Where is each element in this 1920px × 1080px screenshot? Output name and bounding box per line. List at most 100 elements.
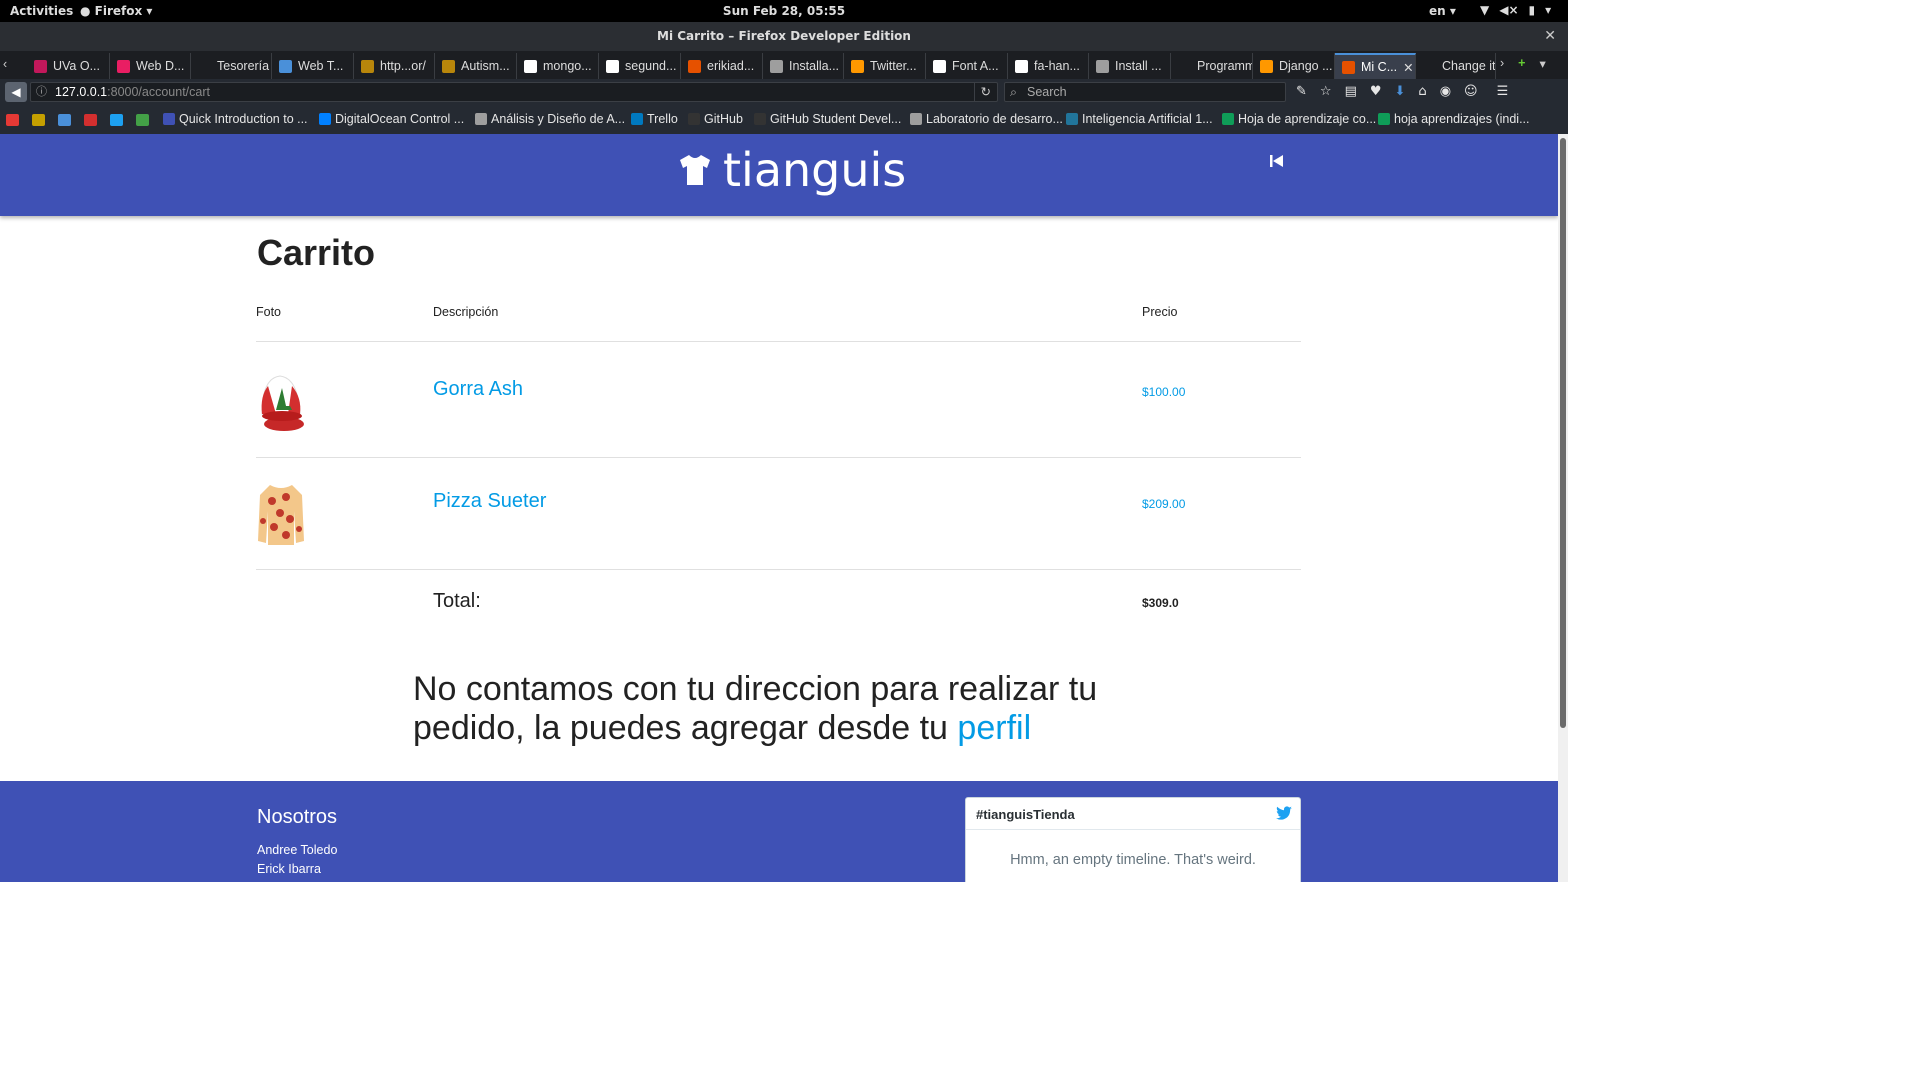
- footer-member: Andree Toledo: [257, 843, 338, 857]
- page-scrollbar-thumb[interactable]: [1560, 138, 1566, 728]
- browser-tab[interactable]: mongo...: [517, 53, 599, 79]
- medium-bookmark-icon[interactable]: [136, 114, 149, 126]
- page-title: Carrito: [257, 232, 376, 273]
- tab-label: Installa...: [789, 59, 840, 73]
- browser-tab[interactable]: Change ite...: [1416, 53, 1496, 79]
- bookmark-favicon-icon: [688, 113, 700, 125]
- app-menu[interactable]: ● Firefox ▾: [80, 4, 152, 18]
- tab-label: Web D...: [136, 59, 185, 73]
- tab-label: Twitter...: [870, 59, 917, 73]
- wrench-icon[interactable]: ✎: [1296, 84, 1307, 99]
- browser-tab[interactable]: UVa O...: [27, 53, 110, 79]
- system-top-bar: Activities ● Firefox ▾ Sun Feb 28, 05:55…: [0, 0, 1568, 22]
- tab-favicon-icon: [1423, 60, 1436, 73]
- bookmark-favicon-icon: [1222, 113, 1234, 125]
- profile-link[interactable]: perfil: [957, 709, 1031, 747]
- bookmark-item[interactable]: Análisis y Diseño de A...: [475, 112, 625, 126]
- home-icon[interactable]: ⌂: [1418, 84, 1426, 99]
- bookmark-item[interactable]: GitHub Student Devel...: [754, 112, 901, 126]
- link-bookmark-icon[interactable]: [58, 114, 71, 126]
- reload-icon[interactable]: ↻: [973, 83, 991, 101]
- product-link-gorra-ash[interactable]: Gorra Ash: [433, 378, 523, 401]
- tab-favicon-icon: [1178, 60, 1191, 73]
- bookmark-item[interactable]: Trello: [631, 112, 678, 126]
- twitter-bird-icon[interactable]: [1276, 806, 1292, 820]
- footer-heading: Nosotros: [257, 806, 338, 828]
- tabs-scroll-left-button[interactable]: ‹: [3, 57, 7, 71]
- bookmark-item[interactable]: Laboratorio de desarro...: [910, 112, 1063, 126]
- browser-tab[interactable]: Install ...: [1089, 53, 1171, 79]
- product-link-pizza-sueter[interactable]: Pizza Sueter: [433, 490, 546, 513]
- bookmark-favicon-icon: [1066, 113, 1078, 125]
- reading-list-icon[interactable]: ▤: [1345, 84, 1357, 99]
- badge-bookmark-icon[interactable]: [32, 114, 45, 126]
- browser-tab[interactable]: Font A...: [926, 53, 1008, 79]
- tab-label: Mi C...: [1361, 60, 1398, 74]
- hello-icon[interactable]: ☺: [1464, 84, 1478, 99]
- window-title: Mi Carrito – Firefox Developer Edition: [657, 29, 911, 43]
- browser-tab[interactable]: segund...: [599, 53, 681, 79]
- column-header-description: Descripción: [433, 305, 499, 319]
- bookmark-item[interactable]: hoja aprendizajes (indi...: [1378, 112, 1530, 126]
- tab-favicon-icon: [1260, 59, 1273, 73]
- bookmark-item[interactable]: Hoja de aprendizaje co...: [1222, 112, 1376, 126]
- youtube-bookmark-icon[interactable]: [6, 114, 19, 126]
- tabs-scroll-right-button[interactable]: ›: [1500, 56, 1504, 71]
- tab-favicon-icon: [361, 59, 374, 73]
- developer-icon[interactable]: ◉: [1440, 84, 1451, 99]
- browser-tab[interactable]: Installa...: [763, 53, 844, 79]
- chevron-down-icon: ▾: [1545, 3, 1552, 17]
- tab-list-button[interactable]: ▾: [1539, 56, 1545, 71]
- tab-favicon-icon: [442, 59, 455, 73]
- clock[interactable]: Sun Feb 28, 05:55: [0, 4, 1568, 18]
- menu-icon[interactable]: ☰: [1497, 84, 1509, 99]
- bookmark-item[interactable]: Quick Introduction to ...: [163, 112, 308, 126]
- bookmark-item[interactable]: Inteligencia Artificial 1...: [1066, 112, 1213, 126]
- pocket-icon[interactable]: ♥: [1370, 84, 1382, 99]
- bookmark-item[interactable]: DigitalOcean Control ...: [319, 112, 464, 126]
- browser-tab[interactable]: Autism...: [435, 53, 517, 79]
- product-price-gorra-ash[interactable]: $100.00: [1142, 385, 1185, 399]
- tab-close-icon[interactable]: ✕: [1403, 60, 1413, 75]
- language-indicator[interactable]: en ▾: [1429, 4, 1456, 18]
- browser-tab[interactable]: Mi C... ✕: [1335, 53, 1416, 79]
- tab-label: UVa O...: [53, 59, 101, 73]
- activities-button[interactable]: Activities: [10, 4, 73, 18]
- browser-tab[interactable]: fa-han...: [1008, 53, 1089, 79]
- gmail-bookmark-icon[interactable]: [84, 114, 97, 126]
- search-input[interactable]: ⌕ Search: [1004, 82, 1286, 102]
- bookmark-favicon-icon: [163, 113, 175, 125]
- browser-tab[interactable]: Django ...: [1253, 53, 1335, 79]
- site-brand[interactable]: tianguis: [677, 140, 906, 200]
- skip-back-icon[interactable]: [1268, 152, 1286, 170]
- download-icon[interactable]: ⬇: [1395, 84, 1406, 99]
- product-price-pizza-sueter[interactable]: $209.00: [1142, 497, 1185, 511]
- back-button[interactable]: ◀: [5, 82, 27, 102]
- new-tab-button[interactable]: +: [1518, 56, 1525, 71]
- browser-tab[interactable]: Web D...: [110, 53, 191, 79]
- total-value: $309.0: [1142, 596, 1179, 610]
- window-close-button[interactable]: ✕: [1544, 22, 1556, 51]
- url-host: 127.0.0.1: [55, 85, 108, 99]
- volume-muted-icon: ◀×: [1499, 3, 1519, 17]
- browser-tab[interactable]: Twitter...: [844, 53, 926, 79]
- browser-tab[interactable]: Programmi...: [1171, 53, 1253, 79]
- twitter-bookmark-icon[interactable]: [110, 114, 123, 126]
- tab-favicon-icon: [851, 59, 864, 73]
- twitter-handle[interactable]: #tianguisTienda: [976, 807, 1075, 822]
- product-image-pizza-sweater[interactable]: [256, 481, 306, 547]
- tab-label: Font A...: [952, 59, 999, 73]
- bookmark-star-icon[interactable]: ☆: [1320, 84, 1332, 99]
- battery-icon: ▮: [1528, 3, 1536, 17]
- bookmark-item[interactable]: GitHub: [688, 112, 743, 126]
- tab-favicon-icon: [1015, 59, 1028, 73]
- site-info-icon[interactable]: ⓘ: [36, 83, 47, 101]
- browser-tab[interactable]: Tesorería: [191, 53, 272, 79]
- browser-tab[interactable]: http...or/: [354, 53, 435, 79]
- navigation-bar: ◀ ⓘ 127.0.0.1:8000/account/cart ↻ ⌕ Sear…: [0, 79, 1568, 106]
- browser-tab[interactable]: erikiad...: [681, 53, 763, 79]
- product-image-red-cap[interactable]: [256, 370, 306, 436]
- browser-tab[interactable]: Web T...: [272, 53, 354, 79]
- url-bar[interactable]: ⓘ 127.0.0.1:8000/account/cart ↻: [30, 82, 998, 102]
- system-tray[interactable]: ▼ ◀× ▮ ▾: [1480, 3, 1551, 17]
